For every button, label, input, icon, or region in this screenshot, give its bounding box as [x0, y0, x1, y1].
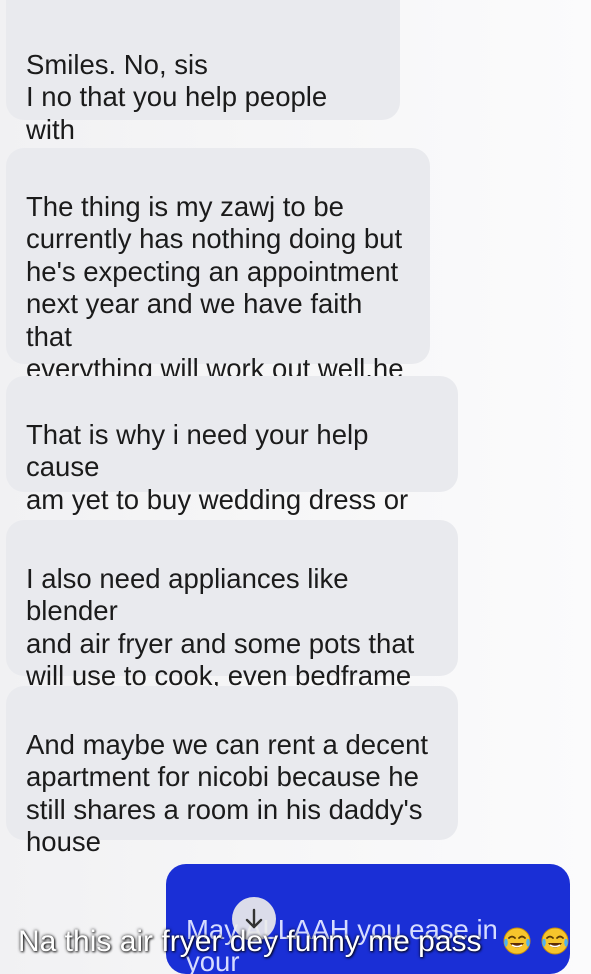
chat-thread[interactable]: Smiles. No, sis I no that you help peopl… — [0, 0, 591, 974]
received-message-bubble[interactable]: That is why i need your help cause am ye… — [6, 376, 458, 547]
overlay-caption: Na this air fryer dey funny me pass — [18, 925, 482, 958]
received-message-bubble[interactable]: And maybe we can rent a decent apartment… — [6, 686, 458, 857]
received-message-bubble[interactable]: Smiles. No, sis I no that you help peopl… — [6, 0, 400, 177]
received-message-bubble[interactable]: I also need appliances like blender and … — [6, 520, 458, 724]
received-message-bubble[interactable]: The thing is my zawj to be currently has… — [6, 148, 430, 417]
face-with-tears-of-joy-icon — [503, 927, 531, 955]
message-text: And maybe we can rent a decent apartment… — [26, 728, 429, 858]
face-with-tears-of-joy-icon — [541, 927, 569, 955]
